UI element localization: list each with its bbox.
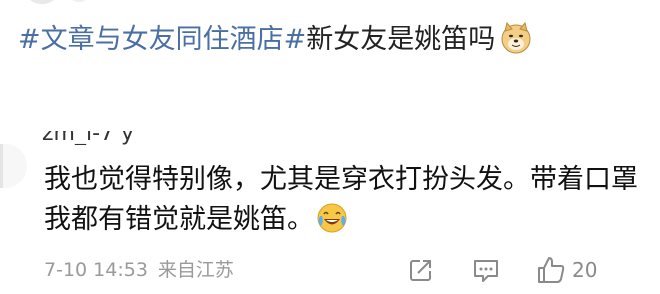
doge-emoji-icon: [501, 21, 531, 54]
like-button[interactable]: 20: [536, 254, 597, 286]
comment-date: 7-10 14:53: [44, 259, 148, 281]
comment-body: 我也觉得特别像，尤其是穿衣打扮头发。带着口罩我都有错觉就是姚笛。: [44, 160, 644, 240]
share-button[interactable]: [408, 254, 434, 286]
laugh-cry-emoji-icon: [317, 203, 347, 233]
post-title-text: 新女友是姚笛吗: [306, 24, 496, 55]
post-title: #文章与女友同住酒店#新女友是姚笛吗: [18, 20, 533, 60]
weibo-comment-screenshot: #文章与女友同住酒店#新女友是姚笛吗 zm_l-7 y 我也觉得特别像，尤其是穿…: [0, 0, 660, 294]
comment-icon: [474, 260, 498, 282]
thumbs-up-icon: [538, 257, 565, 283]
commenter-name-text: zm_l-7 y: [42, 131, 135, 145]
comment-meta: 7-10 14:53 来自江苏: [44, 256, 234, 284]
previous-avatar-fragment: [28, 0, 56, 4]
commenter-avatar[interactable]: [0, 144, 27, 188]
comment-source: 来自江苏: [157, 259, 234, 281]
hashtag-link[interactable]: #文章与女友同住酒店#: [18, 24, 306, 55]
reply-button[interactable]: [472, 254, 500, 286]
previous-item-fragment: [70, 0, 88, 2]
like-count: 20: [572, 258, 598, 282]
commenter-name[interactable]: zm_l-7 y: [42, 131, 134, 145]
share-icon: [410, 260, 431, 281]
